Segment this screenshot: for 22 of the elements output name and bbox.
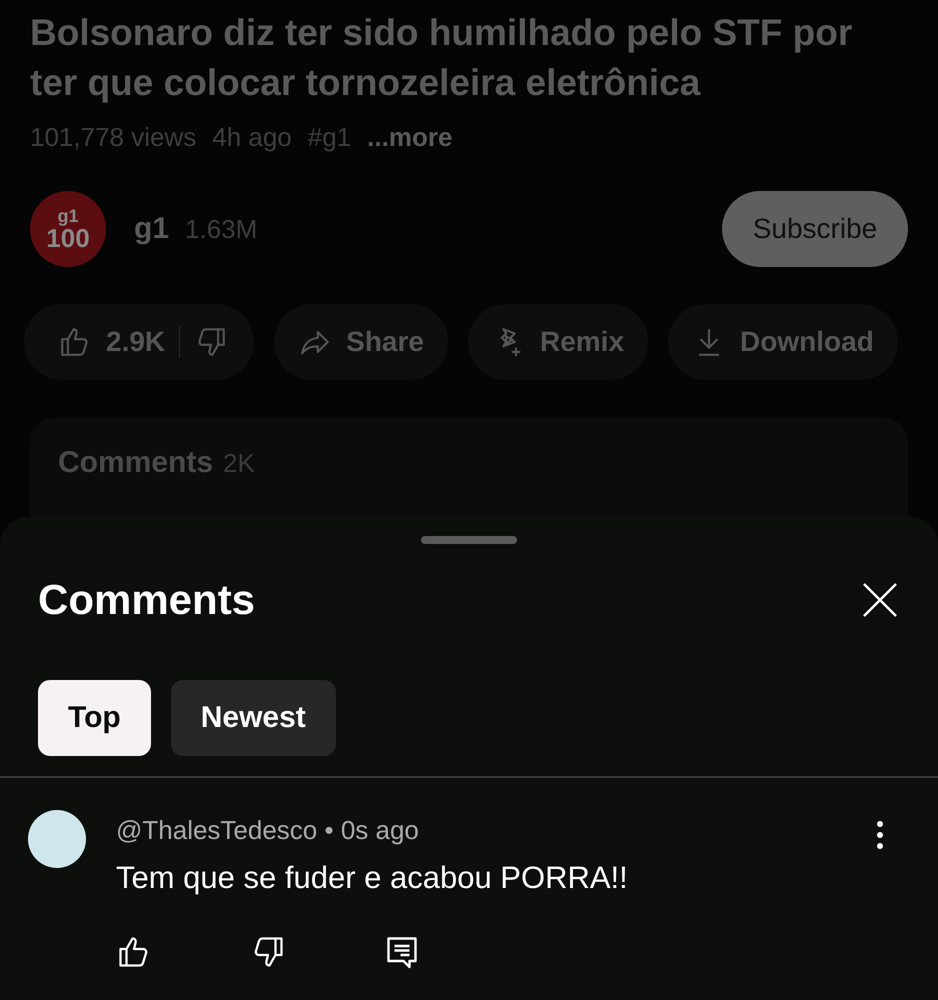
sort-chip[interactable]: Top <box>38 680 151 756</box>
share-button[interactable]: Share <box>274 304 448 380</box>
comment-text: Tem que se fuder e acabou PORRA!! <box>116 860 629 896</box>
comment-author-and-time: @ThalesTedesco • 0s ago <box>116 814 419 846</box>
sort-chip[interactable]: Newest <box>170 680 336 756</box>
sheet-title: Comments <box>38 576 256 624</box>
hashtag-link[interactable]: #g1 <box>308 122 352 153</box>
close-icon[interactable] <box>862 582 898 618</box>
video-title: Bolsonaro diz ter sido humilhado pelo STF por ter que colocar tornozeleira eletrônica <box>30 11 854 105</box>
channel-name[interactable]: g1 <box>134 212 170 246</box>
like-count: 2.9K <box>106 326 166 358</box>
download-button[interactable]: Download <box>668 304 898 380</box>
comments-teaser-title: Comments <box>58 446 214 480</box>
channel-logo[interactable]: g1 100 <box>30 191 106 267</box>
view-count: 101,778 views <box>30 122 196 153</box>
subscriber-count: 1.63M <box>185 214 258 244</box>
upload-time: 4h ago <box>212 122 292 153</box>
more-link[interactable]: ...more <box>367 122 452 153</box>
drag-handle[interactable] <box>421 536 517 544</box>
more-options-icon[interactable] <box>876 820 884 850</box>
remix-button[interactable]: Remix <box>468 304 648 380</box>
subscribe-button[interactable]: Subscribe <box>722 191 908 267</box>
